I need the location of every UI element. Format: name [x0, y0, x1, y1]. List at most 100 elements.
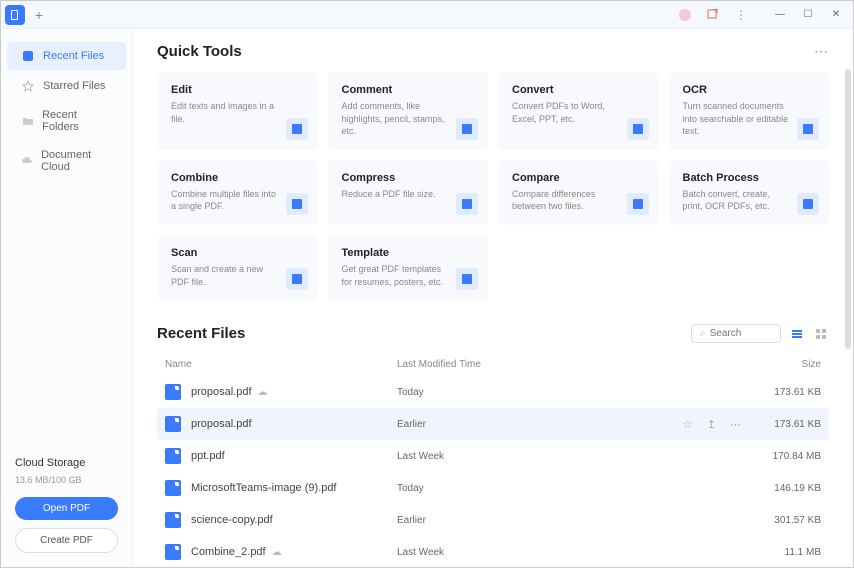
tool-card-convert[interactable]: ConvertConvert PDFs to Word, Excel, PPT,… [498, 72, 659, 150]
tool-card-ocr[interactable]: OCR Turn scanned documents into searchabl… [669, 72, 830, 150]
quick-tools-title: Quick Tools [157, 43, 242, 60]
sidebar-item-recent-files[interactable]: Recent Files [7, 42, 126, 70]
tool-icon [797, 193, 819, 215]
search-icon: ⌕ [700, 328, 706, 339]
list-view-icon[interactable] [789, 326, 805, 342]
storage-title: Cloud Storage [15, 457, 118, 469]
file-size: 170.84 MB [751, 451, 821, 462]
tool-title: Convert [512, 84, 645, 96]
quick-tools-more-icon[interactable]: ⋯ [814, 43, 829, 60]
column-name: Name [165, 359, 397, 370]
star-icon [21, 79, 35, 93]
file-time: Earlier [397, 515, 751, 526]
file-row[interactable]: proposal.pdf☁Today173.61 KB [157, 376, 829, 408]
tool-card-combine[interactable]: CombineCombine multiple files into a sin… [157, 160, 318, 225]
tool-title: Template [342, 247, 475, 259]
tool-icon [627, 118, 649, 140]
tool-icon [456, 118, 478, 140]
file-size: 173.61 KB [751, 387, 821, 398]
pdf-file-icon [165, 448, 181, 464]
tool-card-comment[interactable]: CommentAdd comments, like highlights, pe… [328, 72, 489, 150]
tool-icon [456, 193, 478, 215]
cloud-icon [21, 154, 33, 168]
share-icon[interactable] [703, 5, 723, 25]
sidebar-item-label: Recent Files [43, 50, 104, 62]
more-icon[interactable]: ⋯ [730, 418, 741, 431]
tool-desc: Get great PDF templates for resumes, pos… [342, 263, 452, 288]
new-tab-button[interactable]: + [29, 5, 49, 25]
cloud-badge-icon: ☁ [258, 387, 268, 398]
upload-icon[interactable]: ↥ [707, 418, 716, 431]
pdf-file-icon [165, 544, 181, 560]
search-box[interactable]: ⌕ [691, 324, 781, 343]
tool-desc: Turn scanned documents into searchable o… [683, 100, 793, 138]
file-row[interactable]: Combine_2.pdf☁Last Week11.1 MB [157, 536, 829, 567]
tool-title: Compare [512, 172, 645, 184]
cloud-badge-icon: ☁ [272, 547, 282, 558]
tool-title: Edit [171, 84, 304, 96]
notification-icon[interactable] [675, 5, 695, 25]
file-name: ppt.pdf [191, 450, 397, 462]
file-row[interactable]: ppt.pdfLast Week170.84 MB [157, 440, 829, 472]
tool-desc: Combine multiple files into a single PDF… [171, 188, 281, 213]
sidebar-item-recent-folders[interactable]: Recent Folders [7, 102, 126, 140]
tool-card-scan[interactable]: Scan Scan and create a new PDF file. [157, 235, 318, 300]
tool-desc: Scan and create a new PDF file. [171, 263, 281, 288]
file-row[interactable]: MicrosoftTeams-image (9).pdfToday146.19 … [157, 472, 829, 504]
tool-icon [456, 268, 478, 290]
tool-desc: Add comments, like highlights, pencil, s… [342, 100, 452, 138]
file-name: proposal.pdf☁ [191, 386, 397, 398]
tool-icon [286, 268, 308, 290]
file-row[interactable]: proposal.pdfEarlier☆↥⋯173.61 KB [157, 408, 829, 440]
search-input[interactable] [710, 328, 772, 339]
tool-title: OCR [683, 84, 816, 96]
titlebar: + ⋮ — ☐ ✕ [1, 1, 853, 29]
tool-card-compare[interactable]: CompareCompare differences between two f… [498, 160, 659, 225]
content-area: Quick Tools ⋯ Edit Edit texts and images … [133, 29, 853, 567]
column-size: Size [751, 359, 821, 370]
sidebar: Recent Files Starred Files Recent Folder… [1, 29, 133, 567]
star-icon[interactable]: ☆ [683, 418, 693, 431]
file-name: MicrosoftTeams-image (9).pdf [191, 482, 397, 494]
tool-icon [286, 193, 308, 215]
file-time: Today [397, 483, 751, 494]
file-time: Earlier☆↥⋯ [397, 418, 751, 431]
menu-icon[interactable]: ⋮ [731, 5, 751, 25]
tool-desc: Reduce a PDF file size. [342, 188, 452, 201]
tool-title: Batch Process [683, 172, 816, 184]
tool-card-compress[interactable]: Compress Reduce a PDF file size. [328, 160, 489, 225]
tool-icon [286, 118, 308, 140]
file-list: proposal.pdf☁Today173.61 KBproposal.pdfE… [157, 376, 829, 567]
clock-icon [21, 49, 35, 63]
tool-desc: Edit texts and images in a file. [171, 100, 281, 125]
minimize-button[interactable]: — [767, 5, 793, 25]
pdf-file-icon [165, 384, 181, 400]
file-time: Last Week [397, 547, 751, 558]
file-name: proposal.pdf [191, 418, 397, 430]
tool-icon [627, 193, 649, 215]
grid-view-icon[interactable] [813, 326, 829, 342]
tool-card-batch-process[interactable]: Batch ProcessBatch convert, create, prin… [669, 160, 830, 225]
file-size: 173.61 KB [751, 419, 821, 430]
tools-grid: Edit Edit texts and images in a file. Comm… [157, 72, 829, 300]
scrollbar[interactable] [845, 69, 851, 349]
sidebar-item-starred-files[interactable]: Starred Files [7, 72, 126, 100]
tool-title: Scan [171, 247, 304, 259]
tool-title: Compress [342, 172, 475, 184]
create-pdf-button[interactable]: Create PDF [15, 528, 118, 553]
storage-info: 13.6 MB/100 GB [15, 475, 118, 485]
file-size: 146.19 KB [751, 483, 821, 494]
open-pdf-button[interactable]: Open PDF [15, 497, 118, 520]
tool-card-template[interactable]: Template Get great PDF templates for resu… [328, 235, 489, 300]
column-time: Last Modified Time [397, 359, 751, 370]
file-name: Combine_2.pdf☁ [191, 546, 397, 558]
maximize-button[interactable]: ☐ [795, 5, 821, 25]
close-button[interactable]: ✕ [823, 5, 849, 25]
tool-card-edit[interactable]: Edit Edit texts and images in a file. [157, 72, 318, 150]
sidebar-item-label: Starred Files [43, 80, 105, 92]
app-logo [5, 5, 25, 25]
file-row[interactable]: science-copy.pdfEarlier301.57 KB [157, 504, 829, 536]
recent-files-title: Recent Files [157, 325, 245, 342]
sidebar-item-document-cloud[interactable]: Document Cloud [7, 142, 126, 180]
folder-icon [21, 114, 34, 128]
